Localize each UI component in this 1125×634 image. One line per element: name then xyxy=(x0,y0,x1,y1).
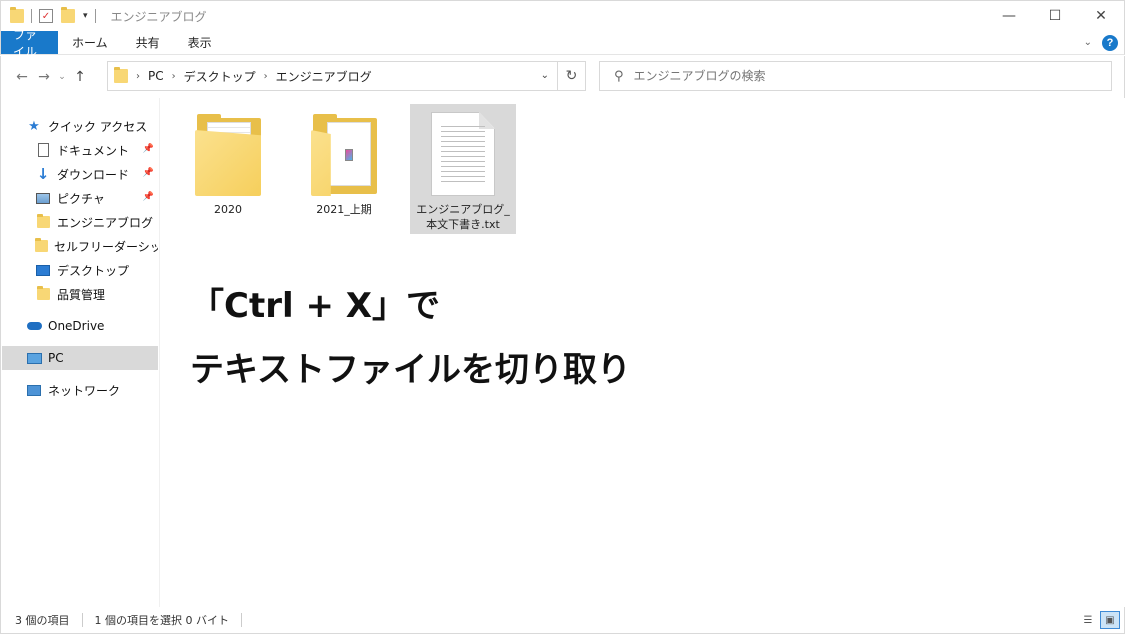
sidebar-item-pictures[interactable]: ピクチャ 📌 xyxy=(2,186,158,210)
address-bar[interactable]: › PC › デスクトップ › エンジニアブログ ⌄ xyxy=(107,61,558,91)
chevron-right-icon[interactable]: › xyxy=(136,71,140,82)
folder-icon xyxy=(114,67,128,83)
tab-home[interactable]: ホーム xyxy=(58,31,122,54)
pin-icon[interactable]: 📌 xyxy=(143,192,154,202)
sidebar-item-label: 品質管理 xyxy=(57,287,106,302)
computer-icon xyxy=(26,350,42,366)
cloud-icon xyxy=(26,318,42,334)
sidebar-item-engineer-blog[interactable]: エンジニアブログ xyxy=(2,210,158,234)
search-box[interactable]: ⚲ xyxy=(599,61,1112,91)
search-icon: ⚲ xyxy=(614,68,624,84)
expand-ribbon-icon[interactable]: ⌄ xyxy=(1084,37,1092,48)
sidebar-item-label: エンジニアブログ xyxy=(57,215,154,230)
file-name: 2021_上期 xyxy=(316,203,372,216)
breadcrumb-pc[interactable]: PC xyxy=(148,69,164,83)
sidebar-item-downloads[interactable]: ↓ ダウンロード 📌 xyxy=(2,162,158,186)
recent-locations-icon[interactable]: ⌄ xyxy=(55,66,69,88)
toolbar-separator xyxy=(31,9,32,23)
sidebar-item-quick-access[interactable]: ★ クイック アクセス xyxy=(2,114,158,138)
sidebar-item-documents[interactable]: ドキュメント 📌 xyxy=(2,138,158,162)
sidebar-item-label: セルフリーダーシップ研修 xyxy=(54,239,158,254)
properties-icon[interactable]: ✓ xyxy=(39,9,53,23)
text-file-icon xyxy=(431,112,495,196)
pin-icon[interactable]: 📌 xyxy=(143,168,154,178)
details-view-icon[interactable]: ☰ xyxy=(1078,611,1098,629)
tab-view[interactable]: 表示 xyxy=(174,31,226,54)
folder-icon xyxy=(311,114,377,196)
status-divider xyxy=(241,613,242,627)
toolbar-separator xyxy=(94,9,96,23)
sidebar-item-label: ドキュメント xyxy=(57,143,130,158)
ribbon-tabs: ファイル ホーム 共有 表示 ⌄ ? xyxy=(0,28,1125,59)
selection-info: 1 個の項目を選択 0 バイト xyxy=(94,614,230,627)
status-bar: 3 個の項目 1 個の項目を選択 0 バイト ☰ ▣ xyxy=(0,607,1125,634)
sidebar-item-label: デスクトップ xyxy=(57,263,130,278)
chevron-right-icon[interactable]: › xyxy=(172,71,176,82)
file-name: エンジニアブログ_本文下書き.txt xyxy=(416,203,510,231)
annotation-line-2: テキストファイルを切り取り xyxy=(190,350,631,390)
sidebar-item-onedrive[interactable]: OneDrive xyxy=(2,314,158,338)
sidebar-item-network[interactable]: ネットワーク xyxy=(2,378,158,402)
tab-file[interactable]: ファイル xyxy=(1,28,58,59)
folder-icon xyxy=(35,286,51,302)
view-switcher: ☰ ▣ xyxy=(1078,611,1124,629)
sidebar-item-label: ダウンロード xyxy=(57,167,130,182)
forward-arrow-icon[interactable]: → xyxy=(33,66,55,88)
folder-icon xyxy=(195,114,261,196)
sidebar-item-label: OneDrive xyxy=(48,319,105,333)
navigation-bar: ← → ⌄ ↑ › PC › デスクトップ › エンジニアブログ ⌄ ↻ ⚲ xyxy=(0,56,1125,98)
sidebar-item-self-leadership[interactable]: セルフリーダーシップ研修 xyxy=(2,234,158,258)
picture-icon xyxy=(35,190,51,206)
breadcrumb-engineer-blog[interactable]: エンジニアブログ xyxy=(276,68,372,85)
close-button[interactable]: ✕ xyxy=(1078,1,1124,32)
sidebar-item-desktop[interactable]: デスクトップ xyxy=(2,258,158,282)
folder-icon xyxy=(35,214,51,230)
sidebar-item-label: ピクチャ xyxy=(57,191,105,206)
download-icon: ↓ xyxy=(36,165,50,183)
help-icon[interactable]: ? xyxy=(1102,34,1118,51)
file-item-folder-2021[interactable]: 2021_上期 xyxy=(291,104,397,234)
star-icon: ★ xyxy=(28,118,40,134)
navigation-pane: ★ クイック アクセス ドキュメント 📌 ↓ ダウンロード 📌 ピクチャ 📌 エ… xyxy=(0,98,160,607)
up-arrow-icon[interactable]: ↑ xyxy=(69,66,91,88)
sidebar-item-label: クイック アクセス xyxy=(48,119,148,134)
search-input[interactable] xyxy=(633,69,1034,83)
title-bar: ✓ ▾ エンジニアブログ — ☐ ✕ xyxy=(0,0,1125,31)
nav-buttons: ← → ⌄ ↑ xyxy=(1,66,107,88)
refresh-button[interactable]: ↻ xyxy=(558,61,586,91)
item-count: 3 個の項目 xyxy=(15,614,70,627)
pin-icon[interactable]: 📌 xyxy=(143,144,154,154)
window-title: エンジニアブログ xyxy=(110,9,207,24)
chevron-right-icon[interactable]: › xyxy=(264,71,268,82)
desktop-icon xyxy=(35,262,51,278)
tab-share[interactable]: 共有 xyxy=(122,31,174,54)
back-arrow-icon[interactable]: ← xyxy=(11,66,33,88)
file-name: 2020 xyxy=(214,203,242,216)
folder-icon xyxy=(35,238,48,254)
file-view: 2020 2021_上期 エンジニアブログ_本文下書き.txt 「Ctrl + … xyxy=(160,98,1124,607)
large-icons-view-icon[interactable]: ▣ xyxy=(1100,611,1120,629)
breadcrumb-desktop[interactable]: デスクトップ xyxy=(184,68,256,85)
sidebar-item-quality[interactable]: 品質管理 xyxy=(2,282,158,306)
ribbon-right: ⌄ ? xyxy=(1084,31,1124,54)
file-item-folder-2020[interactable]: 2020 xyxy=(175,104,281,234)
maximize-button[interactable]: ☐ xyxy=(1032,1,1078,32)
document-icon xyxy=(35,142,51,158)
sidebar-item-pc[interactable]: PC xyxy=(2,346,158,370)
sidebar-item-label: ネットワーク xyxy=(48,383,121,398)
new-folder-icon[interactable] xyxy=(61,7,75,23)
address-dropdown-icon[interactable]: ⌄ xyxy=(541,70,549,81)
window-controls: — ☐ ✕ xyxy=(986,1,1124,32)
refresh-icon: ↻ xyxy=(565,68,578,84)
sidebar-item-label: PC xyxy=(48,351,64,365)
customize-dropdown-icon[interactable]: ▾ xyxy=(83,11,88,21)
network-icon xyxy=(26,382,42,398)
file-item-text-document[interactable]: エンジニアブログ_本文下書き.txt xyxy=(410,104,516,234)
annotation-line-1: 「Ctrl + X」で xyxy=(190,286,441,326)
folder-icon xyxy=(10,7,24,23)
minimize-button[interactable]: — xyxy=(986,1,1032,32)
